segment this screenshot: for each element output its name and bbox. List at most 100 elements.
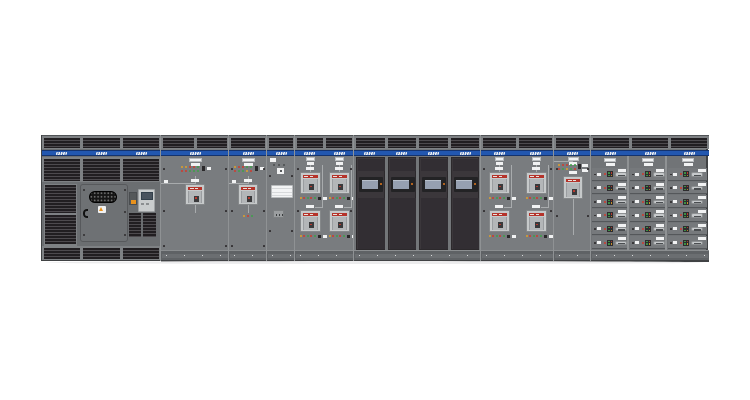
breaker-handle[interactable] — [653, 186, 665, 191]
breaker-unit[interactable] — [526, 210, 547, 232]
mcc-bucket[interactable] — [668, 182, 707, 195]
mini-label — [635, 200, 639, 203]
breaker-unit[interactable] — [526, 172, 547, 194]
control-toggle — [507, 197, 510, 201]
faceplate-text — [493, 214, 497, 215]
faceplate-text — [333, 176, 337, 177]
indicator-led-amber — [611, 175, 613, 177]
breaker-handle[interactable] — [691, 186, 703, 191]
breaker-handle[interactable] — [615, 227, 627, 232]
control-door[interactable] — [388, 157, 417, 250]
mcc-bucket[interactable] — [630, 182, 665, 195]
faceplate-text — [310, 176, 313, 177]
breaker-handle[interactable] — [653, 200, 665, 205]
generator-control-section[interactable] — [41, 135, 160, 261]
metering-aux-panel[interactable] — [266, 135, 294, 261]
breaker-handle[interactable] — [691, 227, 703, 232]
breaker-unit[interactable] — [563, 176, 583, 199]
document-holder[interactable] — [271, 185, 293, 198]
screw — [670, 228, 672, 230]
indicator-led-red — [574, 168, 576, 170]
mcc-bucket[interactable] — [668, 195, 707, 208]
handle-grip — [618, 216, 625, 217]
breaker-handle[interactable] — [653, 227, 665, 232]
breaker-handle[interactable] — [615, 186, 627, 191]
indicator-led-amber — [649, 189, 651, 191]
control-door[interactable] — [356, 157, 385, 250]
mcc-bucket[interactable] — [630, 223, 665, 236]
indicator-led-red — [611, 200, 613, 202]
control-door[interactable] — [419, 157, 448, 250]
genset-meter[interactable] — [138, 189, 155, 212]
breaker-unit[interactable] — [185, 184, 205, 205]
screw — [632, 228, 634, 230]
indicator-led-amber — [329, 235, 331, 237]
mimic-line — [504, 207, 511, 208]
indicator-led-amber — [687, 189, 689, 191]
status-led — [443, 183, 445, 185]
breaker-unit[interactable] — [238, 184, 258, 205]
breaker-handle[interactable] — [691, 200, 703, 205]
indicator-led-green — [608, 227, 610, 229]
indicator-led-red — [680, 242, 682, 244]
indicator-led-red — [339, 235, 341, 237]
main-breaker-cubicle-2[interactable] — [228, 135, 266, 261]
indicator-led-red — [238, 166, 240, 168]
mcc-bucket[interactable] — [592, 182, 627, 195]
main-breaker-cubicle-1[interactable] — [160, 135, 228, 261]
door-lower-panel — [358, 198, 385, 249]
mcc-bucket[interactable] — [668, 209, 707, 222]
mcc-bucket[interactable] — [592, 209, 627, 222]
mcc-bucket[interactable] — [592, 236, 627, 249]
chip-led — [310, 186, 312, 188]
breaker-unit[interactable] — [329, 210, 350, 232]
tie-breaker-cubicle[interactable] — [553, 135, 590, 261]
control-door[interactable] — [451, 157, 480, 250]
hmi-screen[interactable] — [391, 177, 415, 192]
screw — [587, 168, 589, 170]
breaker-handle[interactable] — [691, 241, 703, 246]
indicator-led-red — [558, 168, 560, 170]
feeder-breaker-cubicle-1[interactable] — [294, 135, 353, 261]
breaker-unit[interactable] — [489, 210, 510, 232]
vent-grille — [83, 159, 119, 181]
hmi-screen[interactable] — [359, 177, 383, 192]
mcc-bucket[interactable] — [592, 168, 627, 181]
breaker-unit[interactable] — [300, 210, 321, 232]
breaker-unit[interactable] — [329, 172, 350, 194]
breaker-handle[interactable] — [691, 172, 703, 177]
plc-control-section[interactable] — [353, 135, 480, 261]
brand-stripe — [161, 150, 229, 156]
breaker-handle[interactable] — [615, 172, 627, 177]
breaker-unit[interactable] — [300, 172, 321, 194]
mcc-bucket[interactable] — [630, 195, 665, 208]
breaker-face — [529, 217, 544, 230]
mcc-bucket[interactable] — [630, 209, 665, 222]
breaker-handle[interactable] — [615, 213, 627, 218]
breaker-handle[interactable] — [653, 172, 665, 177]
mcc-bucket[interactable] — [630, 236, 665, 249]
mcc-bucket[interactable] — [592, 223, 627, 236]
breaker-handle[interactable] — [615, 200, 627, 205]
mcc-bucket[interactable] — [592, 195, 627, 208]
breaker-handle[interactable] — [653, 213, 665, 218]
mini-label — [673, 186, 677, 189]
breaker-handle[interactable] — [691, 213, 703, 218]
mcc-bucket[interactable] — [668, 223, 707, 236]
breaker-handle[interactable] — [615, 241, 627, 246]
pilot-light-chip — [607, 185, 613, 191]
hmi-screen[interactable] — [422, 177, 446, 192]
indicator-led-red — [642, 214, 644, 216]
motor-control-section[interactable] — [590, 135, 708, 261]
hmi-screen[interactable] — [454, 177, 478, 192]
mcc-bucket[interactable] — [668, 168, 707, 181]
mcc-bucket[interactable] — [668, 236, 707, 249]
feeder-breaker-cubicle-2[interactable] — [480, 135, 553, 261]
vent-grille-row — [42, 157, 161, 182]
mcc-bucket[interactable] — [630, 168, 665, 181]
indicator-led-green — [684, 243, 686, 245]
breaker-handle[interactable] — [653, 241, 665, 246]
breaker-unit[interactable] — [489, 172, 510, 194]
brand-logo — [364, 152, 376, 155]
controller-connector — [89, 191, 117, 203]
